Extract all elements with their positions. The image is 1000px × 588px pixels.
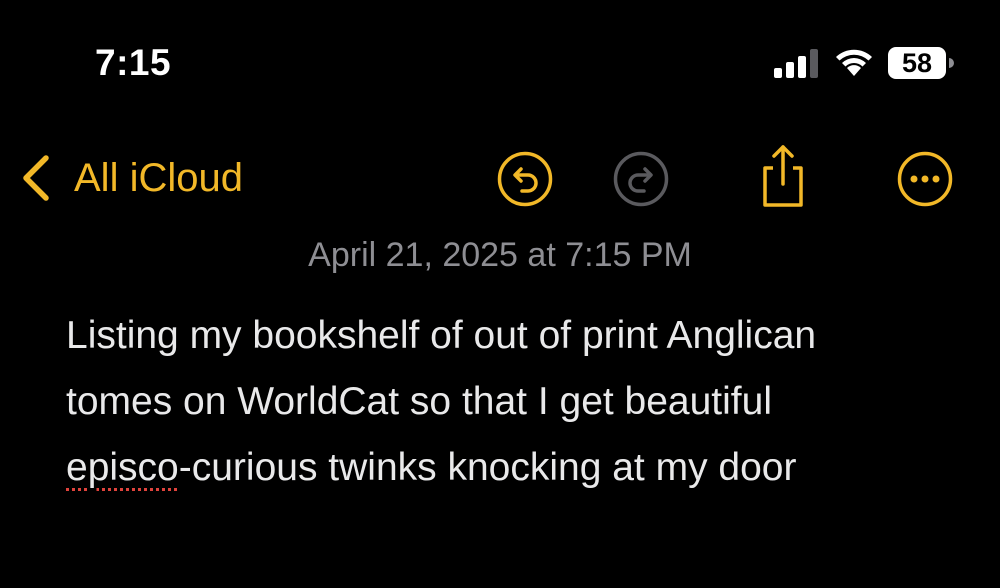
redo-icon[interactable]	[612, 150, 670, 208]
note-line: tomes on WorldCat so that I get beautifu…	[66, 380, 772, 423]
back-label: All iCloud	[74, 156, 243, 200]
chevron-left-icon	[23, 155, 49, 201]
battery-level: 58	[901, 48, 933, 78]
undo-icon[interactable]	[496, 150, 554, 208]
cellular-signal-icon	[774, 49, 818, 78]
note-line-text: -curious twinks knocking at my door	[178, 446, 797, 489]
note-date: April 21, 2025 at 7:15 PM	[308, 236, 692, 274]
misspelled-word[interactable]: episco	[66, 446, 179, 489]
wifi-icon	[836, 49, 872, 76]
status-time: 7:15	[95, 42, 172, 83]
note-body[interactable]: Listing my bookshelf of out of print Ang…	[66, 303, 976, 501]
note-line: Listing my bookshelf of out of print Ang…	[66, 314, 817, 357]
share-icon[interactable]	[754, 144, 812, 208]
back-button[interactable]: All iCloud	[20, 150, 243, 206]
ellipsis-circle-icon[interactable]	[896, 150, 954, 208]
note-line: episco-curious twinks knocking at my doo…	[66, 435, 976, 501]
